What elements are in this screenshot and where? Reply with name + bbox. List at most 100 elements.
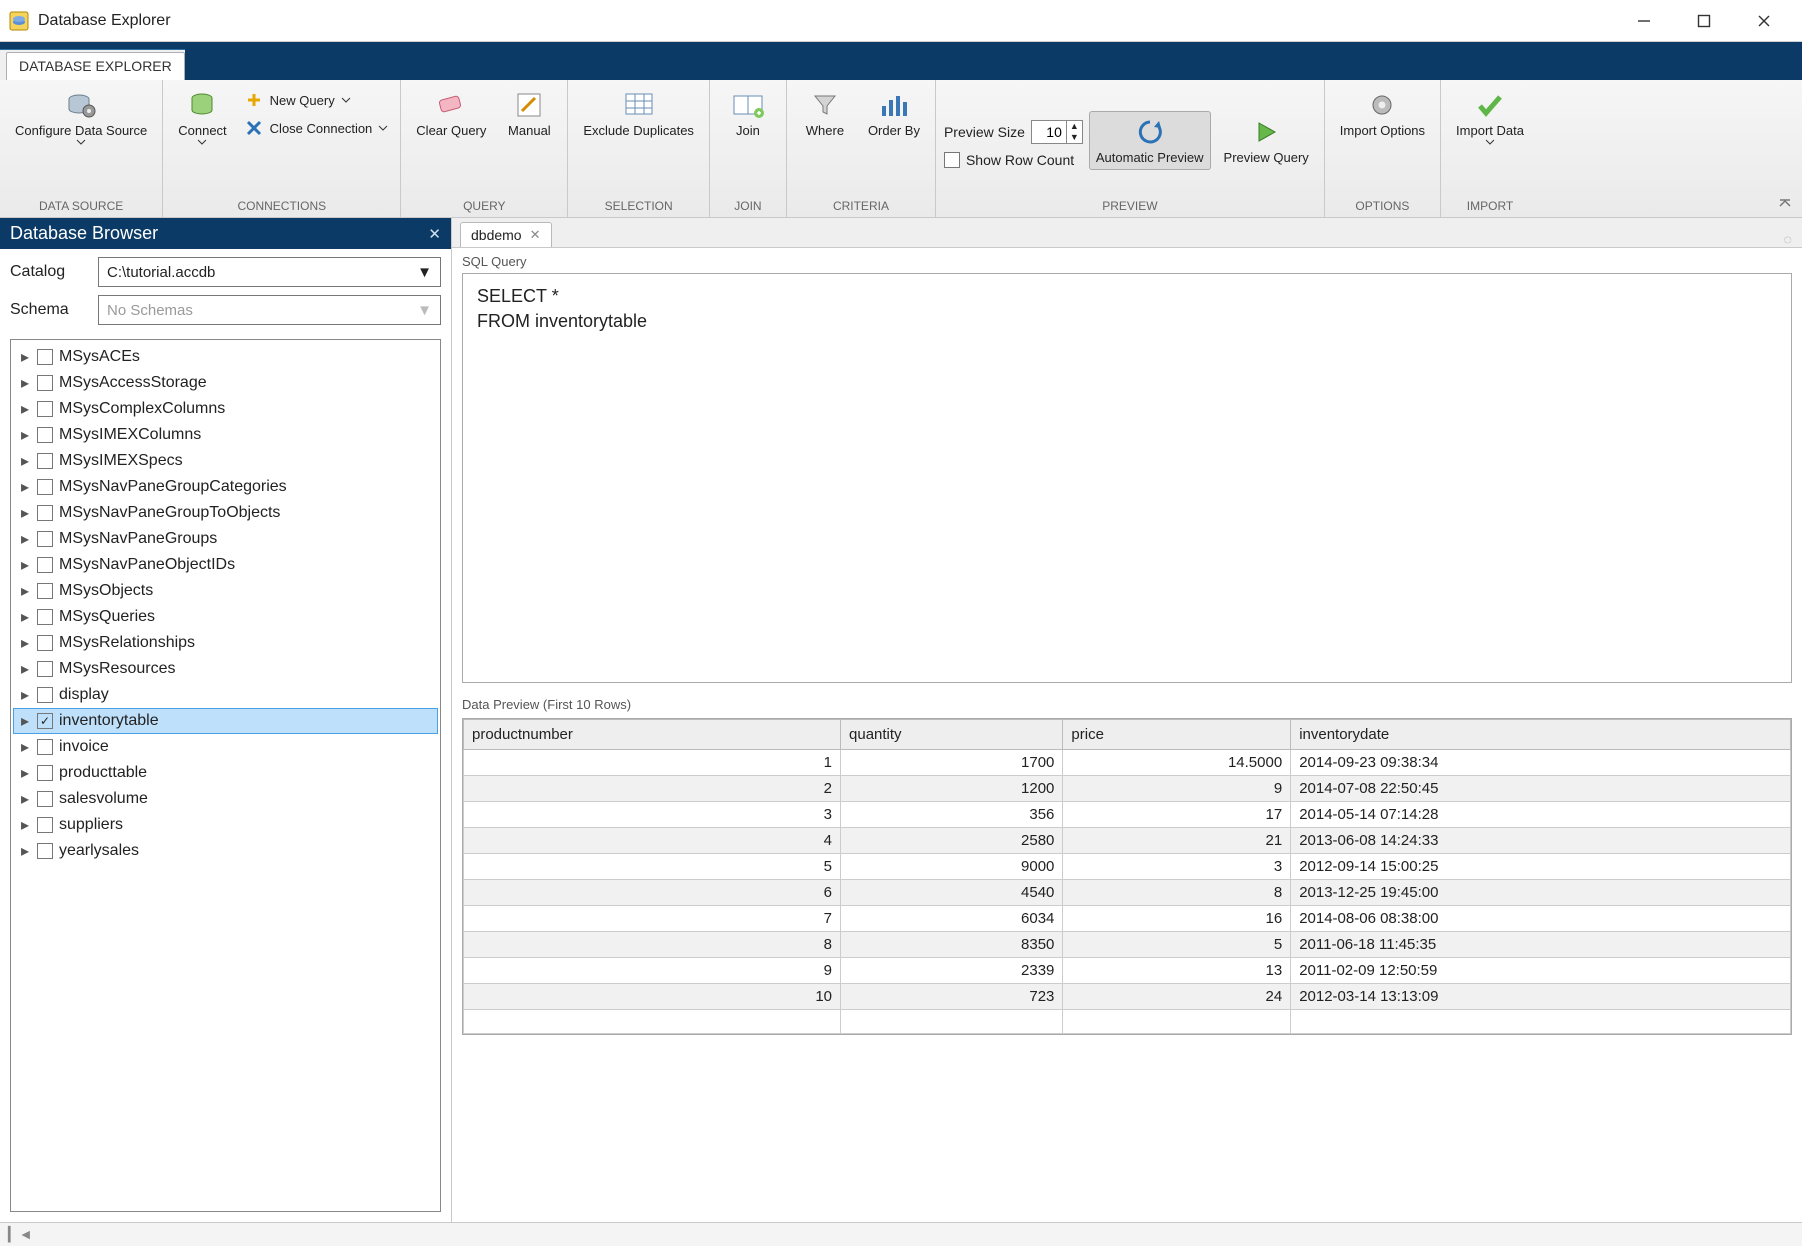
close-tab-icon[interactable]: ✕ (530, 227, 541, 243)
table-item[interactable]: ▸ invoice (13, 734, 438, 760)
spin-up-icon[interactable]: ▲ (1066, 121, 1082, 132)
table-checkbox[interactable] (37, 609, 53, 625)
sql-editor[interactable]: SELECT * FROM inventorytable (462, 273, 1792, 683)
scroll-left-icon[interactable]: ▎◄ (8, 1226, 33, 1243)
table-cell: 8 (1063, 880, 1291, 906)
table-item[interactable]: ▸ MSysNavPaneGroupToObjects (13, 500, 438, 526)
table-checkbox[interactable] (37, 635, 53, 651)
ribbon-tab-database-explorer[interactable]: DATABASE EXPLORER (6, 52, 185, 80)
table-checkbox[interactable] (37, 843, 53, 859)
table-checkbox[interactable] (37, 817, 53, 833)
table-checkbox[interactable] (37, 765, 53, 781)
table-checkbox[interactable] (37, 453, 53, 469)
table-item[interactable]: ▸ producttable (13, 760, 438, 786)
table-checkbox[interactable] (37, 791, 53, 807)
table-item[interactable]: ▸ MSysRelationships (13, 630, 438, 656)
table-row[interactable]: 42580212013-06-08 14:24:33 (464, 828, 1791, 854)
table-row[interactable]: 92339132011-02-09 12:50:59 (464, 958, 1791, 984)
where-button[interactable]: Where (795, 84, 855, 144)
table-checkbox[interactable] (37, 427, 53, 443)
table-row[interactable]: 2120092014-07-08 22:50:45 (464, 776, 1791, 802)
table-row[interactable]: 10723242012-03-14 13:13:09 (464, 984, 1791, 1010)
table-item[interactable]: ▸ MSysObjects (13, 578, 438, 604)
table-checkbox[interactable]: ✓ (37, 713, 53, 729)
table-checkbox[interactable] (37, 505, 53, 521)
new-query-button[interactable]: New Query (240, 88, 393, 112)
table-item[interactable]: ▸ MSysIMEXColumns (13, 422, 438, 448)
minimize-button[interactable] (1614, 2, 1674, 40)
column-header[interactable]: quantity (841, 720, 1063, 750)
catalog-value: C:\tutorial.accdb (107, 264, 215, 281)
schema-combo[interactable]: No Schemas ▼ (98, 295, 441, 325)
table-checkbox[interactable] (37, 479, 53, 495)
table-item[interactable]: ▸ suppliers (13, 812, 438, 838)
table-row[interactable]: 8835052011-06-18 11:45:35 (464, 932, 1791, 958)
tables-tree[interactable]: ▸ MSysACEs▸ MSysAccessStorage▸ MSysCompl… (10, 339, 441, 1212)
collapse-ribbon-icon[interactable] (1778, 195, 1792, 211)
table-checkbox[interactable] (37, 687, 53, 703)
table-row[interactable]: 76034162014-08-06 08:38:00 (464, 906, 1791, 932)
automatic-preview-button[interactable]: Automatic Preview (1089, 111, 1211, 171)
tab-options-icon[interactable]: ◌ (1784, 231, 1792, 247)
column-header[interactable]: price (1063, 720, 1291, 750)
import-data-button[interactable]: Import Data (1449, 84, 1531, 150)
table-name: MSysComplexColumns (59, 400, 225, 418)
chevron-right-icon: ▸ (19, 451, 31, 471)
database-gear-icon (65, 89, 97, 121)
table-row[interactable]: 1170014.50002014-09-23 09:38:34 (464, 750, 1791, 776)
maximize-button[interactable] (1674, 2, 1734, 40)
table-checkbox[interactable] (37, 661, 53, 677)
order-by-button[interactable]: Order By (861, 84, 927, 144)
table-checkbox[interactable] (37, 401, 53, 417)
table-item[interactable]: ▸ MSysQueries (13, 604, 438, 630)
table-row[interactable]: 6454082013-12-25 19:45:00 (464, 880, 1791, 906)
table-item[interactable]: ▸ MSysResources (13, 656, 438, 682)
table-item[interactable]: ▸ MSysAccessStorage (13, 370, 438, 396)
table-item[interactable]: ▸ yearlysales (13, 838, 438, 864)
table-cell: 9000 (841, 854, 1063, 880)
table-checkbox[interactable] (37, 531, 53, 547)
connect-button[interactable]: Connect (171, 84, 233, 150)
preview-size-input[interactable] (1032, 124, 1066, 140)
join-button[interactable]: Join (718, 84, 778, 144)
table-checkbox[interactable] (37, 557, 53, 573)
table-row[interactable]: 5900032012-09-14 15:00:25 (464, 854, 1791, 880)
close-button[interactable] (1734, 2, 1794, 40)
table-checkbox[interactable] (37, 739, 53, 755)
table-row[interactable]: 3356172014-05-14 07:14:28 (464, 802, 1791, 828)
table-item[interactable]: ▸ MSysACEs (13, 344, 438, 370)
table-item[interactable]: ▸ MSysNavPaneGroupCategories (13, 474, 438, 500)
table-checkbox[interactable] (37, 349, 53, 365)
column-header[interactable]: productnumber (464, 720, 841, 750)
table-name: MSysIMEXColumns (59, 426, 201, 444)
preview-size-spinner[interactable]: ▲▼ (1031, 120, 1083, 144)
doc-tab[interactable]: dbdemo ✕ (460, 222, 552, 247)
configure-data-source-button[interactable]: Configure Data Source (8, 84, 154, 150)
table-item[interactable]: ▸ MSysIMEXSpecs (13, 448, 438, 474)
clear-query-button[interactable]: Clear Query (409, 84, 493, 144)
close-connection-button[interactable]: Close Connection (240, 116, 393, 140)
join-icon (732, 89, 764, 121)
import-options-button[interactable]: Import Options (1333, 84, 1432, 144)
table-cell: 1200 (841, 776, 1063, 802)
table-item[interactable]: ▸ salesvolume (13, 786, 438, 812)
chevron-down-icon: ▼ (417, 264, 432, 281)
show-row-count-checkbox[interactable] (944, 152, 960, 168)
preview-query-button[interactable]: Preview Query (1217, 111, 1316, 171)
spin-down-icon[interactable]: ▼ (1066, 132, 1082, 143)
browser-close-icon[interactable]: ✕ (428, 225, 441, 243)
schema-placeholder: No Schemas (107, 302, 193, 319)
table-checkbox[interactable] (37, 583, 53, 599)
column-header[interactable]: inventorydate (1291, 720, 1791, 750)
table-checkbox[interactable] (37, 375, 53, 391)
exclude-duplicates-button[interactable]: Exclude Duplicates (576, 84, 701, 144)
catalog-combo[interactable]: C:\tutorial.accdb ▼ (98, 257, 441, 287)
table-item[interactable]: ▸ MSysComplexColumns (13, 396, 438, 422)
manual-button[interactable]: Manual (499, 84, 559, 144)
table-item[interactable]: ▸ ✓ inventorytable (13, 708, 438, 734)
table-cell: 10 (464, 984, 841, 1010)
table-item[interactable]: ▸ MSysNavPaneGroups (13, 526, 438, 552)
table-item[interactable]: ▸ display (13, 682, 438, 708)
chevron-down-icon (197, 139, 207, 145)
table-item[interactable]: ▸ MSysNavPaneObjectIDs (13, 552, 438, 578)
